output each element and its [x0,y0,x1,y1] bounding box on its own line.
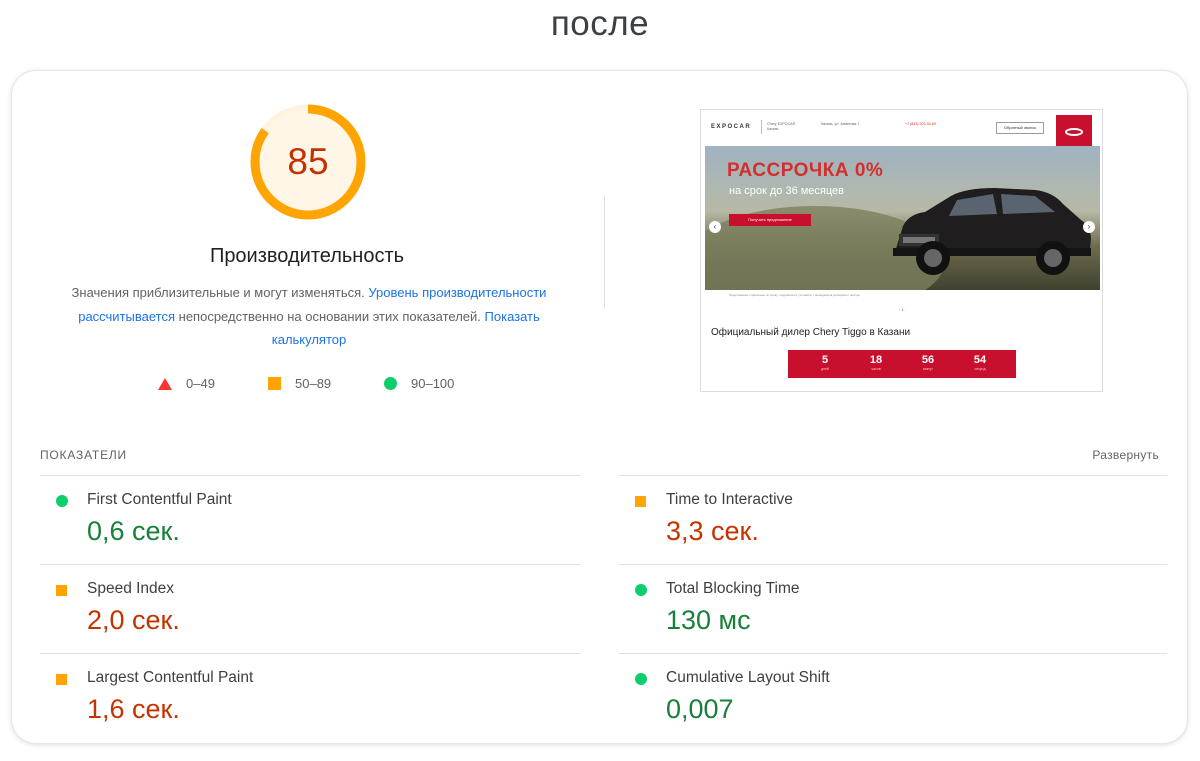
timer-days: 5 дней [805,354,845,372]
banner-pager: ◦ 1 [899,307,904,312]
site-brand: EXPOCAR [711,124,752,130]
metrics-divider [619,653,1167,654]
performance-score: 85 [287,141,329,182]
timer-hours-label: часов [871,367,881,371]
metric-name: Time to Interactive [666,491,793,508]
circle-icon [384,377,397,390]
metrics-divider [619,564,1167,565]
metric-fcp: First Contentful Paint 0,6 сек. [40,490,580,560]
header-phone: +7 (843) 203-30-69 [905,122,936,126]
average-status-icon [56,674,67,685]
metric-name: Largest Contentful Paint [87,669,254,686]
promo-subtitle: на срок до 36 месяцев [729,185,845,197]
metrics-title: ПОКАЗАТЕЛИ [40,448,127,462]
promo-cta: Получить предложение [729,214,811,226]
metrics-divider [619,475,1167,476]
triangle-icon [158,377,172,390]
timer-days-value: 5 [821,354,829,366]
legend-poor: 0–49 [158,376,215,391]
timer-days-label: дней [821,367,829,371]
good-status-icon [56,495,68,507]
chery-logo-icon [1065,128,1083,136]
metric-tbt: Total Blocking Time 130 мс [619,579,1159,649]
header-dealer-name: Chery EXPOCAR Казань [767,122,796,131]
description-text-2: непосредственно на основании этих показа… [178,308,481,324]
final-screenshot-thumbnail[interactable]: EXPOCAR Chery EXPOCAR Казань Казань, ул.… [700,109,1103,392]
metric-name: Total Blocking Time [666,580,800,597]
legend-good-label: 90–100 [411,376,455,391]
metric-value: 2,0 сек. [87,605,180,635]
metric-value: 0,6 сек. [87,516,180,546]
lighthouse-report-card: 85 Производительность Значения приблизит… [12,71,1187,743]
metrics-divider [40,564,580,565]
banner-prev-icon: ‹ [709,221,721,233]
banner-fine-print: Предложение ограничено по сроку, подробн… [729,293,861,297]
timer-hours-value: 18 [869,354,883,366]
timer-minutes-value: 56 [921,354,935,366]
metric-value: 130 мс [666,605,751,635]
square-icon [268,377,281,390]
metric-value: 1,6 сек. [87,694,180,724]
promo-banner: РАССРОЧКА 0% на срок до 36 месяцев Получ… [705,146,1100,290]
performance-description: Значения приблизительные и могут изменят… [64,281,554,352]
good-status-icon [635,673,647,685]
description-text-1: Значения приблизительные и могут изменят… [71,285,365,300]
site-header: EXPOCAR Chery EXPOCAR Казань Казань, ул.… [701,110,1102,155]
timer-hours: 18 часов [856,354,896,372]
summary-divider [604,195,605,309]
average-status-icon [635,496,646,507]
metrics-divider [40,475,580,476]
banner-next-icon: › [1083,221,1095,233]
legend-average: 50–89 [268,376,331,391]
header-address: Казань, ул. Ахметова 7 [821,122,860,126]
score-legend: 0–49 50–89 90–100 [12,376,602,396]
page-heading: после [550,4,650,43]
timer-seconds-label: секунд [974,367,986,371]
header-separator [761,120,762,134]
metric-lcp: Largest Contentful Paint 1,6 сек. [40,668,580,738]
average-status-icon [56,585,67,596]
callback-button: Обратный звонок [996,122,1044,134]
timer-seconds: 54 секунд [960,354,1000,372]
performance-score-gauge: 85 [249,103,367,221]
promo-title: РАССРОЧКА 0% [727,160,884,181]
countdown-timer: 5 дней 18 часов 56 минут 54 секунд [788,350,1016,378]
metric-name: Speed Index [87,580,175,597]
performance-title: Производительность [209,245,405,267]
legend-average-label: 50–89 [295,376,332,391]
metric-name: First Contentful Paint [87,491,232,508]
car-image-icon [893,188,1091,275]
metric-speed-index: Speed Index 2,0 сек. [40,579,580,649]
expand-metrics-toggle[interactable]: Развернуть [1092,448,1159,462]
timer-seconds-value: 54 [973,354,987,366]
metric-value: 0,007 [666,694,734,724]
good-status-icon [635,584,647,596]
metric-value: 3,3 сек. [666,516,759,546]
timer-minutes-label: минут [923,367,933,371]
dealer-heading: Официальный дилер Chery Tiggo в Казани [711,327,911,338]
legend-poor-label: 0–49 [186,376,215,391]
legend-good: 90–100 [384,376,454,391]
metrics-divider [40,653,580,654]
metric-name: Cumulative Layout Shift [666,669,830,686]
metric-tti: Time to Interactive 3,3 сек. [619,490,1159,560]
metric-cls: Cumulative Layout Shift 0,007 [619,668,1159,738]
timer-minutes: 56 минут [908,354,948,372]
